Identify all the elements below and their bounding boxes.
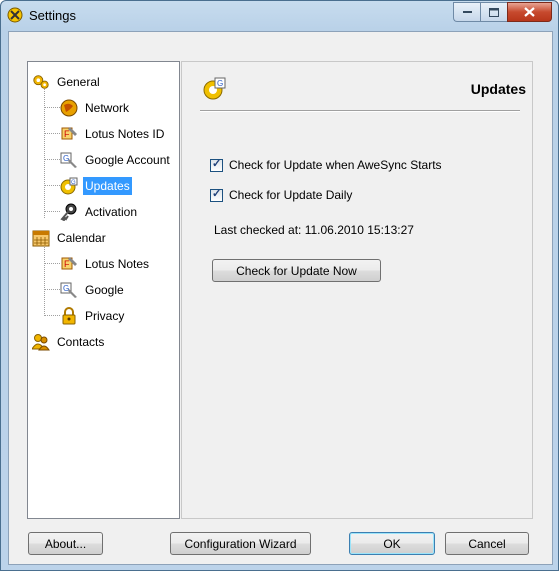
close-icon [524,7,535,17]
tree-item-label: Lotus Notes ID [85,127,165,141]
svg-text:G: G [63,154,69,163]
lock-icon [60,307,78,325]
tree-item-google[interactable]: G Google [60,280,126,300]
tree-item-label: Privacy [85,309,125,323]
google-tools-icon: G [60,151,78,169]
tree-item-network[interactable]: Network [60,98,131,118]
lotus-tools-icon: F [60,125,78,143]
tree-item-updates[interactable]: G Updates [60,176,132,196]
gears-icon [32,73,50,91]
tree-item-label: Google Account [85,153,170,167]
svg-text:F: F [64,129,70,139]
check-on-start-row[interactable]: ✓ Check for Update when AweSync Starts [210,158,442,172]
calendar-icon [32,229,50,247]
close-button[interactable] [507,2,552,22]
key-icon [60,203,78,221]
globe-icon [60,99,78,117]
svg-text:G: G [217,79,223,88]
configuration-wizard-button[interactable]: Configuration Wizard [170,532,311,555]
check-daily-label: Check for Update Daily [229,188,353,202]
update-gear-icon: G [60,177,78,195]
minimize-icon [462,11,472,13]
tree-item-calendar[interactable]: Calendar [32,228,108,248]
cancel-button[interactable]: Cancel [445,532,529,555]
check-daily-checkbox[interactable]: ✓ [210,188,223,202]
google-tools-icon: G [60,281,78,299]
tree-item-general[interactable]: General [32,72,102,92]
minimize-button[interactable] [453,2,480,22]
client-area: General Network F Lotus Notes ID G Googl… [8,31,553,565]
tree-item-label: Calendar [57,231,106,245]
updates-panel: G Updates ✓ Check for Update when AweSyn… [181,61,533,519]
check-daily-row[interactable]: ✓ Check for Update Daily [210,188,352,202]
tree-item-activation[interactable]: Activation [60,202,139,222]
tree-item-privacy[interactable]: Privacy [60,306,126,326]
panel-separator [200,110,520,112]
tree-item-label: Network [85,101,130,115]
svg-text:G: G [63,284,69,293]
awesync-app-icon [7,7,23,23]
tree-item-label: Google [85,283,124,297]
tree-item-contacts[interactable]: Contacts [32,332,106,352]
panel-title: Updates [470,81,526,97]
check-on-start-checkbox[interactable]: ✓ [210,158,223,172]
contacts-icon [32,333,50,351]
tree-item-label: General [57,75,100,89]
svg-text:F: F [64,259,70,269]
maximize-button[interactable] [480,2,507,22]
svg-text:G: G [71,180,76,186]
ok-button[interactable]: OK [349,532,435,555]
tree-item-google-account[interactable]: G Google Account [60,150,172,170]
caption-buttons [453,2,552,22]
lotus-tools-icon: F [60,255,78,273]
tree-item-label: Updates [83,177,132,195]
settings-window: Settings General Network F Lotus Notes I… [0,0,559,571]
check-on-start-label: Check for Update when AweSync Starts [229,158,442,172]
maximize-icon [489,7,499,17]
tree-item-label: Lotus Notes [85,257,150,271]
tree-item-label: Activation [85,205,138,219]
tree-item-lotus-notes-id[interactable]: F Lotus Notes ID [60,124,166,144]
tree-item-lotus-notes[interactable]: F Lotus Notes [60,254,151,274]
window-title: Settings [29,8,76,23]
title-bar[interactable]: Settings [1,1,558,31]
tree-item-label: Contacts [57,335,105,349]
last-checked-text: Last checked at: 11.06.2010 15:13:27 [214,223,414,237]
update-gear-icon: G [203,77,226,100]
about-button[interactable]: About... [28,532,103,555]
check-update-now-button[interactable]: Check for Update Now [212,259,381,282]
settings-tree[interactable]: General Network F Lotus Notes ID G Googl… [27,61,180,519]
